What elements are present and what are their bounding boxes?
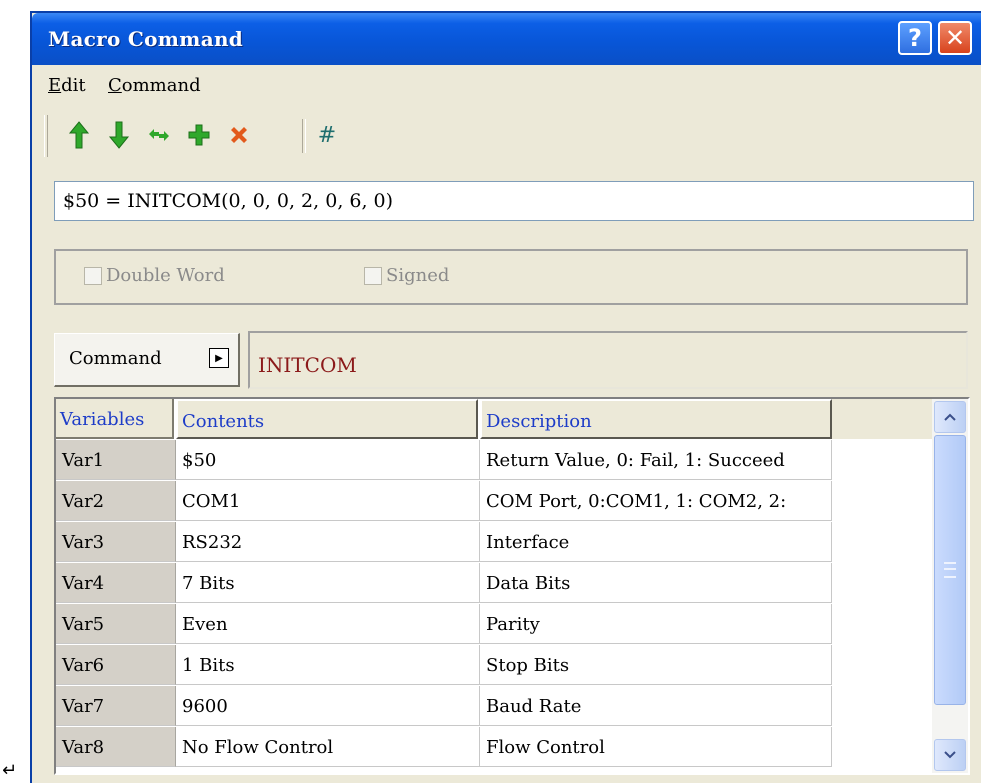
table-row[interactable]: Var7 9600 Baud Rate — [56, 686, 932, 726]
row-contents[interactable]: Even — [176, 604, 480, 644]
expression-field[interactable]: $50 = INITCOM(0, 0, 0, 2, 0, 6, 0) — [54, 181, 974, 221]
submenu-arrow-icon: ▶ — [209, 348, 229, 368]
row-var: Var1 — [56, 440, 176, 480]
double-word-label: Double Word — [106, 265, 225, 286]
row-contents[interactable]: 9600 — [176, 686, 480, 726]
scroll-grip-icon — [944, 562, 956, 578]
title-bar[interactable]: Macro Command ? ✕ — [32, 13, 981, 65]
table-row[interactable]: Var4 7 Bits Data Bits — [56, 563, 932, 603]
command-name-display: INITCOM — [248, 331, 968, 389]
menu-edit-label: dit — [61, 75, 86, 96]
scroll-thumb[interactable] — [934, 435, 966, 705]
variables-grid: Variables Contents Description Var1 $50 … — [54, 397, 970, 775]
row-var: Var6 — [56, 645, 176, 685]
row-contents[interactable]: RS232 — [176, 522, 480, 562]
menu-bar: Edit Command — [32, 69, 981, 103]
menu-command[interactable]: Command — [108, 75, 201, 96]
row-var: Var4 — [56, 563, 176, 603]
column-header-variables[interactable]: Variables — [56, 399, 174, 439]
row-description: Data Bits — [480, 563, 832, 603]
row-contents[interactable]: No Flow Control — [176, 727, 480, 767]
paragraph-mark-icon: ↵ — [2, 760, 18, 781]
row-contents[interactable]: $50 — [176, 440, 480, 480]
row-var: Var3 — [56, 522, 176, 562]
toolbar-grip[interactable] — [44, 115, 48, 157]
row-description: Stop Bits — [480, 645, 832, 685]
chevron-up-icon — [944, 413, 956, 421]
row-contents[interactable]: 7 Bits — [176, 563, 480, 603]
double-word-checkbox[interactable]: Double Word — [84, 265, 225, 286]
row-var: Var7 — [56, 686, 176, 726]
down-arrow-icon[interactable] — [104, 119, 134, 151]
double-word-checkbox-box[interactable] — [84, 266, 102, 285]
up-arrow-icon[interactable] — [64, 119, 94, 151]
row-var: Var2 — [56, 481, 176, 521]
delete-icon[interactable] — [224, 119, 254, 151]
table-row[interactable]: Var8 No Flow Control Flow Control — [56, 727, 932, 767]
scroll-up-button[interactable] — [934, 401, 966, 433]
table-row[interactable]: Var6 1 Bits Stop Bits — [56, 645, 932, 685]
command-button-label: Command — [69, 348, 162, 369]
menu-command-label: ommand — [121, 75, 201, 96]
replace-icon[interactable] — [144, 119, 174, 151]
row-description: COM Port, 0:COM1, 1: COM2, 2: — [480, 481, 832, 521]
column-header-filler — [832, 399, 932, 439]
chevron-down-icon — [944, 751, 956, 759]
command-button[interactable]: Command ▶ — [54, 333, 240, 387]
table-row[interactable]: Var1 $50 Return Value, 0: Fail, 1: Succe… — [56, 440, 932, 480]
options-group: Double Word Signed — [54, 249, 968, 305]
macro-command-window: Macro Command ? ✕ Edit Command # $50 = I… — [30, 11, 981, 783]
scroll-down-button[interactable] — [934, 739, 966, 771]
column-header-description[interactable]: Description — [480, 399, 832, 439]
toolbar: # — [44, 113, 974, 159]
row-var: Var8 — [56, 727, 176, 767]
row-description: Flow Control — [480, 727, 832, 767]
table-row[interactable]: Var2 COM1 COM Port, 0:COM1, 1: COM2, 2: — [56, 481, 932, 521]
window-title: Macro Command — [48, 27, 244, 51]
row-var: Var5 — [56, 604, 176, 644]
row-description: Parity — [480, 604, 832, 644]
column-header-contents[interactable]: Contents — [176, 399, 478, 439]
signed-label: Signed — [386, 265, 450, 286]
signed-checkbox[interactable]: Signed — [364, 265, 449, 286]
menu-edit-mnemonic: E — [48, 75, 62, 96]
table-row[interactable]: Var3 RS232 Interface — [56, 522, 932, 562]
add-icon[interactable] — [184, 119, 214, 151]
close-button[interactable]: ✕ — [938, 21, 972, 55]
table-row[interactable]: Var5 Even Parity — [56, 604, 932, 644]
signed-checkbox-box[interactable] — [364, 266, 382, 285]
row-description: Baud Rate — [480, 686, 832, 726]
toolbar-separator — [302, 119, 306, 153]
vertical-scrollbar[interactable] — [932, 399, 968, 773]
menu-command-mnemonic: C — [108, 75, 122, 96]
hash-icon[interactable]: # — [312, 119, 342, 151]
row-description: Return Value, 0: Fail, 1: Succeed — [480, 440, 832, 480]
row-contents[interactable]: COM1 — [176, 481, 480, 521]
help-button[interactable]: ? — [898, 21, 932, 55]
menu-edit[interactable]: Edit — [48, 75, 86, 96]
row-contents[interactable]: 1 Bits — [176, 645, 480, 685]
row-description: Interface — [480, 522, 832, 562]
